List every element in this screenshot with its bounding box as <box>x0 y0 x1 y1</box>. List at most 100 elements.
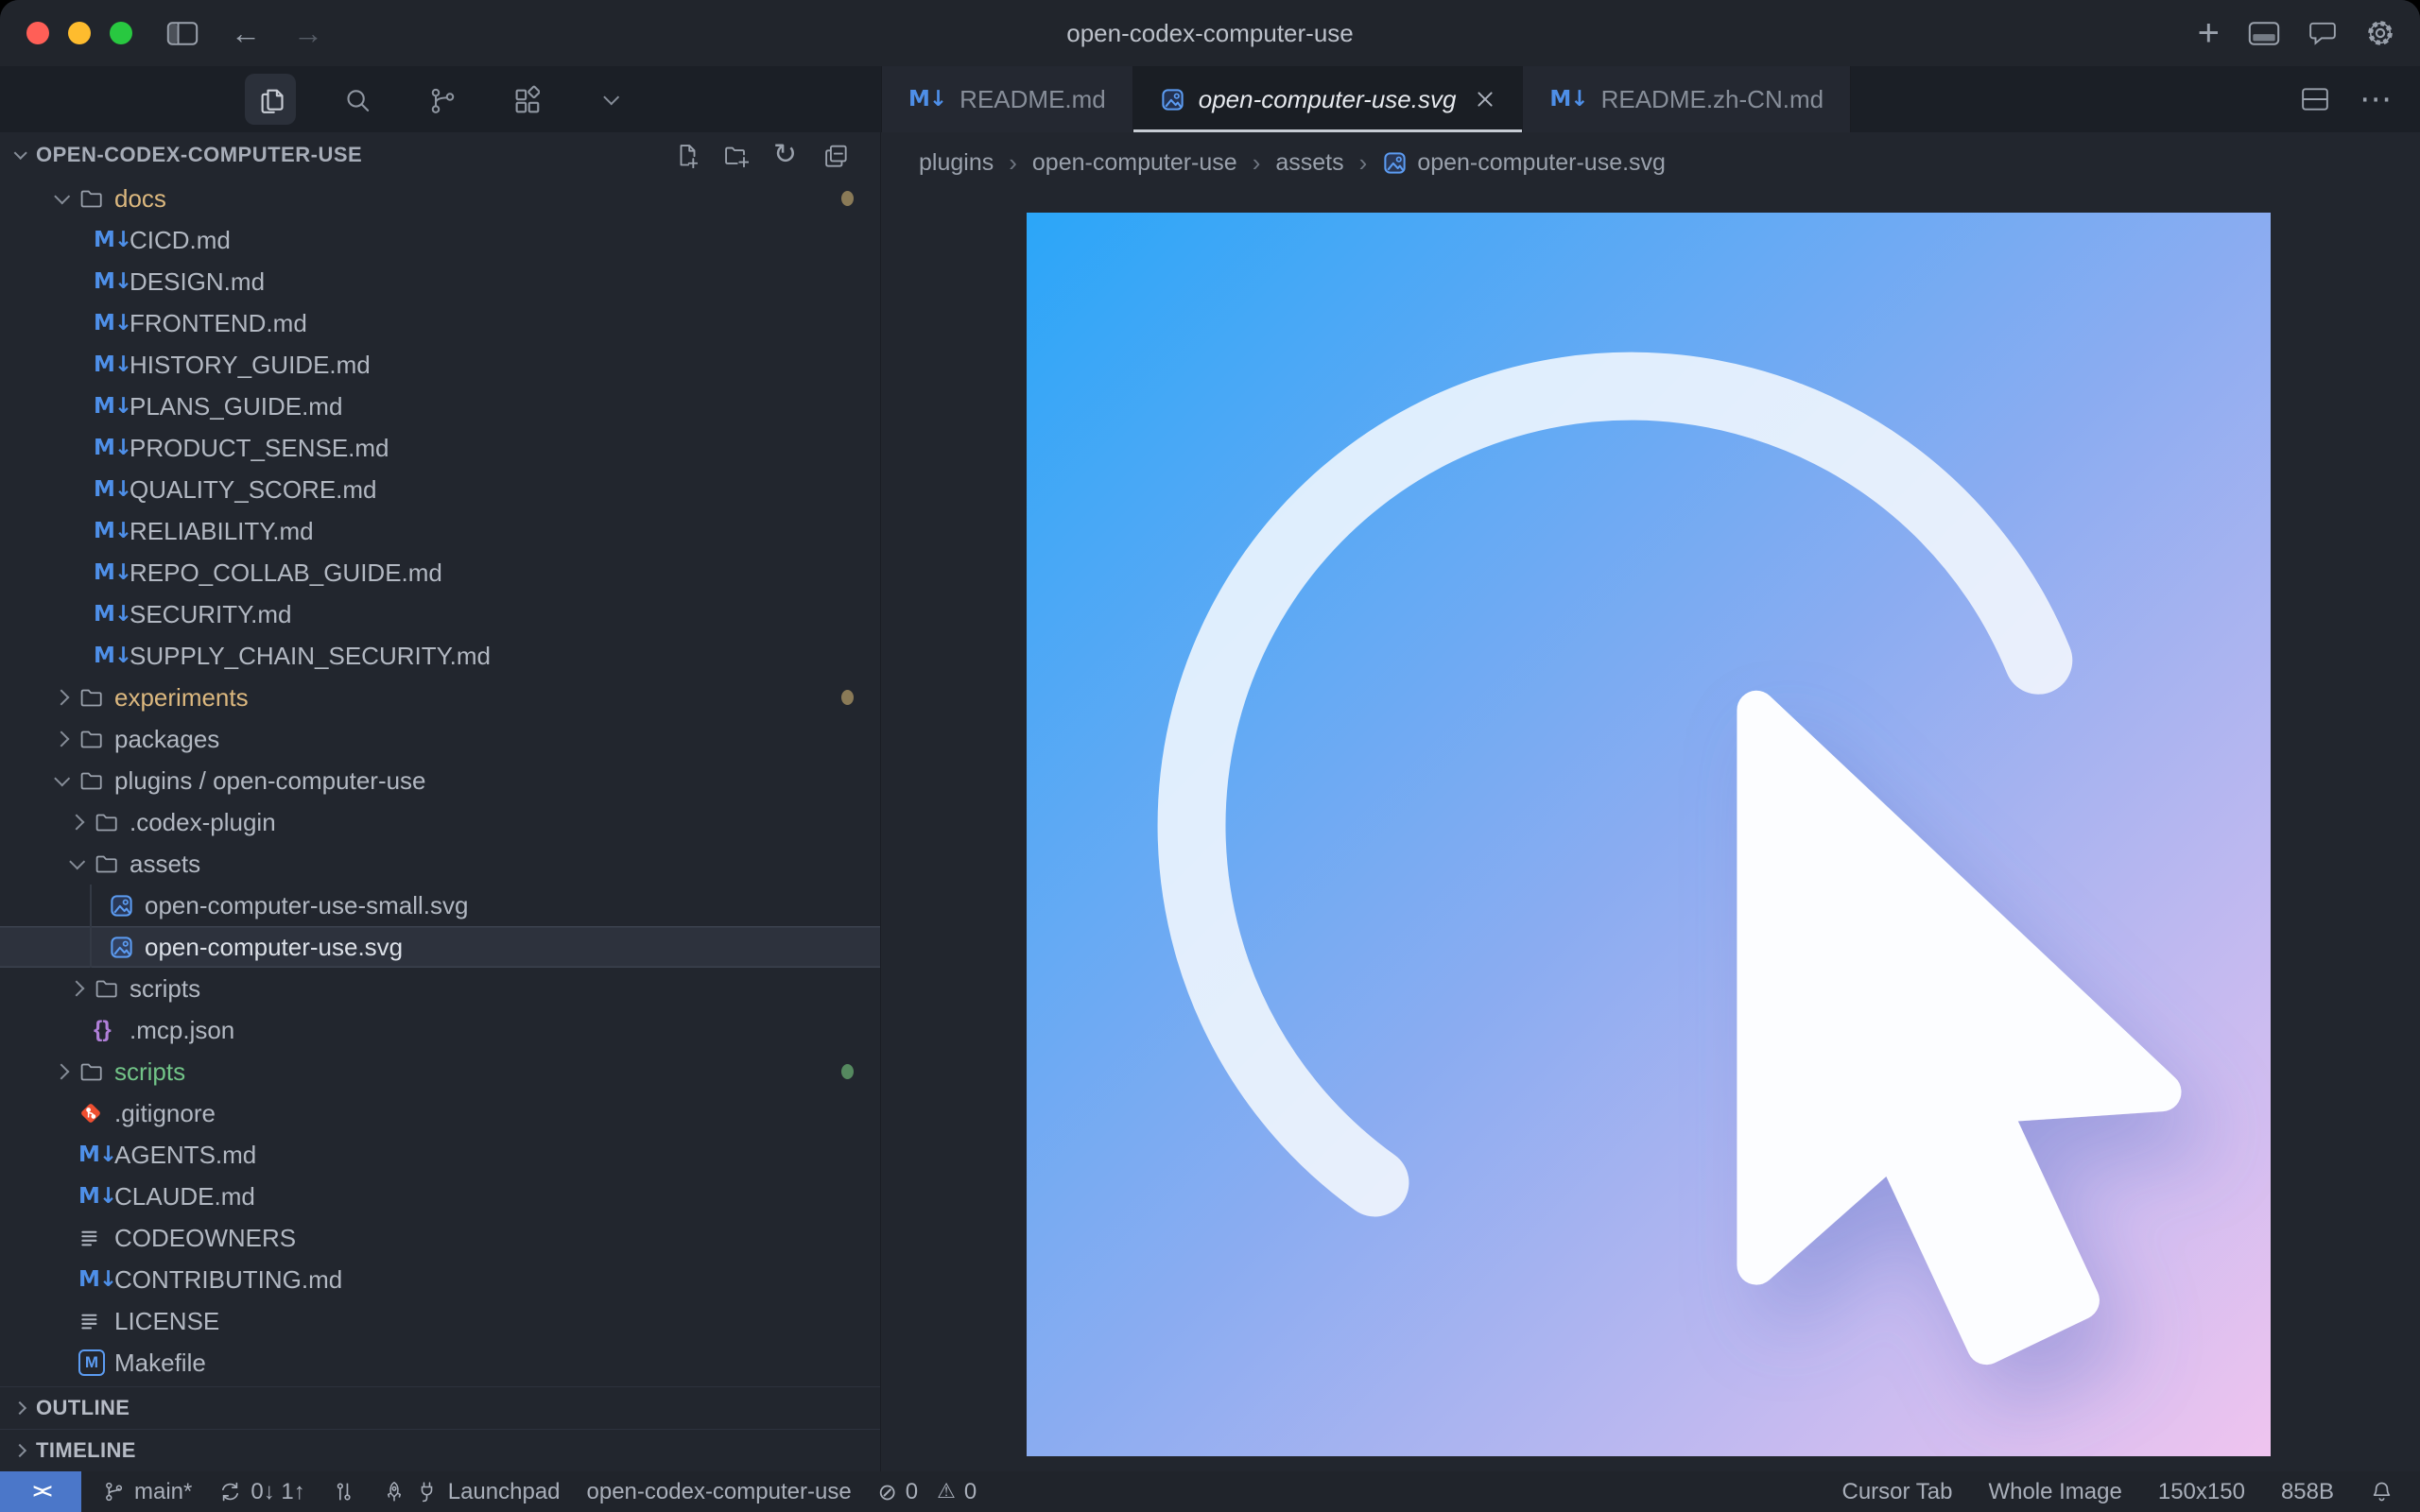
toolbar-collapse-all-icon[interactable] <box>821 142 848 168</box>
back-arrow-icon[interactable]: ← <box>231 16 261 51</box>
tree-file-open-computer-use-small-svg[interactable]: open-computer-use-small.svg <box>0 885 880 926</box>
sidebar-section-outline[interactable]: OUTLINE <box>0 1386 880 1429</box>
tree-file-mcp-json[interactable]: {} .mcp.json <box>0 1009 880 1051</box>
tree-file-makefile[interactable]: M Makefile <box>0 1342 880 1383</box>
markdown-icon: M↓ <box>908 87 947 112</box>
minimize-window-button[interactable] <box>68 22 91 44</box>
statusbar-cursor-tab[interactable]: Cursor Tab <box>1841 1479 1952 1505</box>
tree-file-codeowners[interactable]: CODEOWNERS <box>0 1217 880 1259</box>
toolbar-new-file-icon[interactable] <box>671 142 698 168</box>
tree-file-quality-score-md[interactable]: M↓ QUALITY_SCORE.md <box>0 469 880 510</box>
close-icon[interactable] <box>1475 89 1495 110</box>
tree-file-product-sense-md[interactable]: M↓ PRODUCT_SENSE.md <box>0 427 880 469</box>
tab-open-computer-use-svg[interactable]: open-computer-use.svg <box>1132 66 1524 132</box>
activity-search-icon[interactable] <box>330 74 381 125</box>
tree-folder-codex-plugin[interactable]: .codex-plugin <box>0 801 880 843</box>
tab-readme-zh-cn-md[interactable]: M↓ README.zh-CN.md <box>1523 66 1852 132</box>
tree-folder-experiments[interactable]: experiments <box>0 677 880 718</box>
statusbar-git-sync[interactable]: 0↓ 1↑ <box>218 1479 305 1505</box>
tree-item-label: scripts <box>114 1057 186 1086</box>
breadcrumb-item-plugins[interactable]: plugins <box>919 149 994 177</box>
markdown-icon: M↓ <box>94 228 132 252</box>
chevron-down-icon <box>68 853 85 870</box>
toggle-sidebar-icon[interactable] <box>166 21 199 46</box>
tree-folder-plugins-open-computer-use[interactable]: plugins / open-computer-use <box>0 760 880 801</box>
markdown-icon: M↓ <box>78 1184 117 1209</box>
window-title: open-codex-computer-use <box>1066 18 1354 47</box>
tree-file-history-guide-md[interactable]: M↓ HISTORY_GUIDE.md <box>0 344 880 386</box>
split-editor-icon[interactable] <box>2301 87 2329 112</box>
tree-folder-docs[interactable]: docs <box>0 178 880 219</box>
statusbar-image-dimensions-label: 150x150 <box>2157 1478 2245 1504</box>
tree-file-contributing-md[interactable]: M↓ CONTRIBUTING.md <box>0 1259 880 1300</box>
statusbar-remote-indicator[interactable]: >< <box>0 1471 81 1512</box>
markdown-icon: M↓ <box>94 394 132 419</box>
statusbar-image-dimensions[interactable]: 150x150 <box>2158 1479 2245 1505</box>
tree-file-cicd-md[interactable]: M↓ CICD.md <box>0 219 880 261</box>
breadcrumb-item-open-computer-use-svg[interactable]: open-computer-use.svg <box>1382 149 1666 177</box>
sidebar-section-timeline[interactable]: TIMELINE <box>0 1429 880 1471</box>
tree-file-claude-md[interactable]: M↓ CLAUDE.md <box>0 1176 880 1217</box>
image-preview-canvas <box>881 193 2420 1471</box>
close-window-button[interactable] <box>26 22 49 44</box>
statusbar-problems-errors[interactable]: ⊘ 0 <box>878 1479 918 1505</box>
statusbar-git-branch[interactable]: main* <box>102 1479 192 1505</box>
tree-file-repo-collab-guide-md[interactable]: M↓ REPO_COLLAB_GUIDE.md <box>0 552 880 593</box>
image-icon <box>109 893 143 919</box>
statusbar-image-view-mode[interactable]: Whole Image <box>1988 1479 2121 1505</box>
gear-icon[interactable] <box>2365 18 2395 48</box>
chat-icon[interactable] <box>2308 20 2337 46</box>
tree-file-supply-chain-security-md[interactable]: M↓ SUPPLY_CHAIN_SECURITY.md <box>0 635 880 677</box>
statusbar-problems-warnings[interactable]: ⚠ 0 <box>937 1479 977 1505</box>
statusbar-project-name[interactable]: open-codex-computer-use <box>587 1479 852 1505</box>
statusbar-scm-graph[interactable] <box>332 1480 355 1503</box>
tree-folder-scripts[interactable]: scripts <box>0 968 880 1009</box>
breadcrumb-item-open-computer-use[interactable]: open-computer-use <box>1032 149 1237 177</box>
tree-file-agents-md[interactable]: M↓ AGENTS.md <box>0 1134 880 1176</box>
braces-icon: {} <box>94 1017 112 1042</box>
image-icon <box>109 935 143 960</box>
toggle-panel-icon[interactable] <box>2248 21 2280 46</box>
tree-item-label: .gitignore <box>114 1098 216 1127</box>
statusbar-file-size[interactable]: 858B <box>2281 1479 2334 1505</box>
statusbar-problems-warnings-label: 0 <box>963 1478 977 1504</box>
statusbar-launchpad[interactable]: Launchpad <box>382 1479 561 1505</box>
forward-arrow-icon[interactable]: → <box>293 16 323 51</box>
activity-explorer-icon[interactable] <box>245 74 296 125</box>
tree-item-label: docs <box>114 183 166 213</box>
activity-source-control-icon[interactable] <box>415 74 466 125</box>
markdown-icon: M↓ <box>94 352 132 377</box>
tree-file-security-md[interactable]: M↓ SECURITY.md <box>0 593 880 635</box>
markdown-icon: M↓ <box>94 269 132 294</box>
tree-file-gitignore[interactable]: .gitignore <box>0 1092 880 1134</box>
editor-area: plugins › open-computer-use › assets › open-co… <box>881 132 2420 1471</box>
tree-file-frontend-md[interactable]: M↓ FRONTEND.md <box>0 302 880 344</box>
tree-file-license[interactable]: LICENSE <box>0 1300 880 1342</box>
statusbar-notifications[interactable] <box>2370 1480 2394 1503</box>
tree-file-reliability-md[interactable]: M↓ RELIABILITY.md <box>0 510 880 552</box>
markdown-icon: M↓ <box>1549 87 1588 112</box>
activity-extensions-icon[interactable] <box>500 74 551 125</box>
tree-folder-scripts[interactable]: scripts <box>0 1051 880 1092</box>
activity-more-chevron-icon[interactable] <box>585 74 636 125</box>
tab-readme-md[interactable]: M↓ README.md <box>882 66 1133 132</box>
toolbar-new-folder-icon[interactable] <box>722 142 749 168</box>
git-status-badge <box>841 191 854 206</box>
breadcrumb-item-assets[interactable]: assets <box>1275 149 1343 177</box>
explorer-section-header[interactable]: OPEN-CODEX-COMPUTER-USE ↻ <box>0 132 880 178</box>
zoom-window-button[interactable] <box>110 22 132 44</box>
markdown-icon: M↓ <box>94 644 132 668</box>
tree-file-design-md[interactable]: M↓ DESIGN.md <box>0 261 880 302</box>
toolbar-refresh-icon[interactable]: ↻ <box>773 141 797 169</box>
tree-file-plans-guide-md[interactable]: M↓ PLANS_GUIDE.md <box>0 386 880 427</box>
tree-file-open-computer-use-svg[interactable]: open-computer-use.svg <box>0 926 880 968</box>
new-window-plus-icon[interactable]: + <box>2198 14 2220 52</box>
chevron-down-icon <box>53 188 70 205</box>
more-actions-icon[interactable]: ⋯ <box>2360 83 2392 115</box>
chevron-down-icon <box>603 89 620 106</box>
folder-icon <box>78 1059 112 1085</box>
tree-folder-assets[interactable]: assets <box>0 843 880 885</box>
tree-item-label: DESIGN.md <box>130 266 266 296</box>
tree-item-label: scripts <box>130 973 201 1003</box>
tree-folder-packages[interactable]: packages <box>0 718 880 760</box>
